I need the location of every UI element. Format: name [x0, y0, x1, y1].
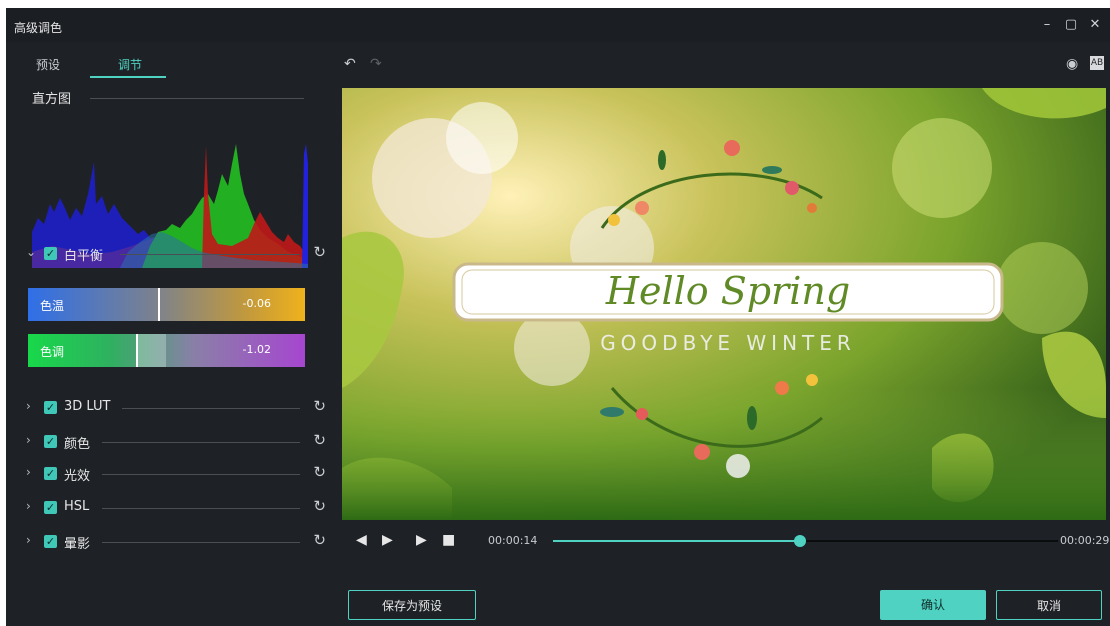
advanced-color-window: 高级调色 – ▢ ✕ 预设 调节 直方图 ⌄ ✓ 白平衡 ↻ 色温 -0.06 …: [6, 8, 1110, 626]
preview-image: Hello Spring GOODBYE WINTER: [342, 88, 1106, 520]
eye-icon[interactable]: ◉: [1066, 56, 1078, 72]
banner-subtitle: GOODBYE WINTER: [600, 331, 856, 355]
next-frame-icon[interactable]: ▶: [382, 532, 393, 548]
white-balance-row[interactable]: ⌄ ✓ 白平衡 ↻: [6, 243, 336, 264]
adjust-panel: 预设 调节 直方图 ⌄ ✓ 白平衡 ↻ 色温 -0.06 色调 -1.02 › …: [6, 42, 336, 626]
divider: [90, 98, 304, 99]
tint-slider[interactable]: 色调 -1.02: [28, 334, 305, 367]
chevron-right-icon[interactable]: ›: [26, 399, 31, 413]
chevron-right-icon[interactable]: ›: [26, 533, 31, 547]
timeline-thumb[interactable]: [794, 535, 807, 547]
tab-adjust[interactable]: 调节: [118, 56, 142, 73]
reset-icon[interactable]: ↻: [313, 431, 326, 449]
title-bar: 高级调色 – ▢ ✕: [6, 8, 1110, 42]
banner-title: Hello Spring: [605, 269, 850, 313]
timeline-track[interactable]: [553, 535, 1058, 547]
total-time: 00:00:29: [1060, 534, 1110, 547]
ok-button[interactable]: 确认: [880, 590, 986, 620]
undo-icon[interactable]: ↶: [344, 56, 356, 72]
tint-value: -1.02: [242, 343, 271, 356]
reset-icon[interactable]: ↻: [313, 397, 326, 415]
temperature-handle[interactable]: [158, 288, 161, 321]
section-color[interactable]: › ✓ 颜色 ↻: [6, 431, 336, 452]
cancel-button[interactable]: 取消: [996, 590, 1102, 620]
playback-bar: ◀ ▶ ▶ ■ 00:00:14 00:00:29: [342, 526, 1110, 556]
white-balance-checkbox[interactable]: ✓: [44, 247, 57, 260]
stop-icon[interactable]: ■: [442, 532, 455, 548]
section-vignette[interactable]: › ✓ 暈影 ↻: [6, 531, 336, 552]
current-time: 00:00:14: [488, 534, 538, 547]
play-icon[interactable]: ▶: [416, 532, 427, 548]
active-tab-indicator: [90, 76, 166, 78]
redo-icon[interactable]: ↷: [370, 56, 382, 72]
divider: [122, 408, 300, 409]
tint-label: 色调: [40, 345, 65, 359]
section-checkbox[interactable]: ✓: [44, 401, 57, 414]
minimize-button[interactable]: –: [1038, 16, 1056, 34]
reset-icon[interactable]: ↻: [313, 531, 326, 549]
section-3d-lut[interactable]: › ✓ 3D LUT ↻: [6, 397, 336, 418]
tab-presets[interactable]: 预设: [36, 56, 60, 73]
divider: [102, 508, 300, 509]
chevron-right-icon[interactable]: ›: [26, 499, 31, 513]
reset-icon[interactable]: ↻: [313, 497, 326, 515]
chevron-right-icon[interactable]: ›: [26, 433, 31, 447]
compare-icon[interactable]: AB: [1090, 56, 1104, 70]
temperature-label: 色温: [40, 299, 65, 313]
section-label: 3D LUT: [64, 399, 111, 414]
section-label: 暈影: [64, 537, 91, 552]
reset-icon[interactable]: ↻: [313, 463, 326, 481]
histogram-title: 直方图: [32, 92, 72, 107]
timeline-progress: [553, 540, 801, 542]
tint-handle[interactable]: [136, 334, 139, 367]
save-preset-button[interactable]: 保存为预设: [348, 590, 476, 620]
tab-bar: 预设 调节: [6, 42, 336, 80]
close-button[interactable]: ✕: [1086, 16, 1104, 34]
temperature-value: -0.06: [242, 297, 271, 310]
white-balance-label: 白平衡: [64, 249, 104, 264]
section-light[interactable]: › ✓ 光效 ↻: [6, 463, 336, 484]
divider: [102, 474, 300, 475]
prev-frame-icon[interactable]: ◀: [356, 532, 367, 548]
chevron-right-icon[interactable]: ›: [26, 465, 31, 479]
section-label: 光效: [64, 469, 91, 484]
chevron-down-icon[interactable]: ⌄: [26, 245, 36, 259]
temperature-slider[interactable]: 色温 -0.06: [28, 288, 305, 321]
divider: [120, 254, 300, 255]
section-label: 颜色: [64, 437, 91, 452]
maximize-button[interactable]: ▢: [1062, 16, 1080, 34]
divider: [102, 542, 300, 543]
section-checkbox[interactable]: ✓: [44, 467, 57, 480]
tint-shade: [136, 334, 167, 367]
section-checkbox[interactable]: ✓: [44, 501, 57, 514]
divider: [102, 442, 300, 443]
section-label: HSL: [64, 499, 90, 514]
section-checkbox[interactable]: ✓: [44, 535, 57, 548]
video-preview: Hello Spring GOODBYE WINTER: [342, 88, 1106, 520]
window-title: 高级调色: [14, 21, 63, 35]
section-hsl[interactable]: › ✓ HSL ↻: [6, 497, 336, 518]
section-checkbox[interactable]: ✓: [44, 435, 57, 448]
reset-icon[interactable]: ↻: [313, 243, 326, 261]
